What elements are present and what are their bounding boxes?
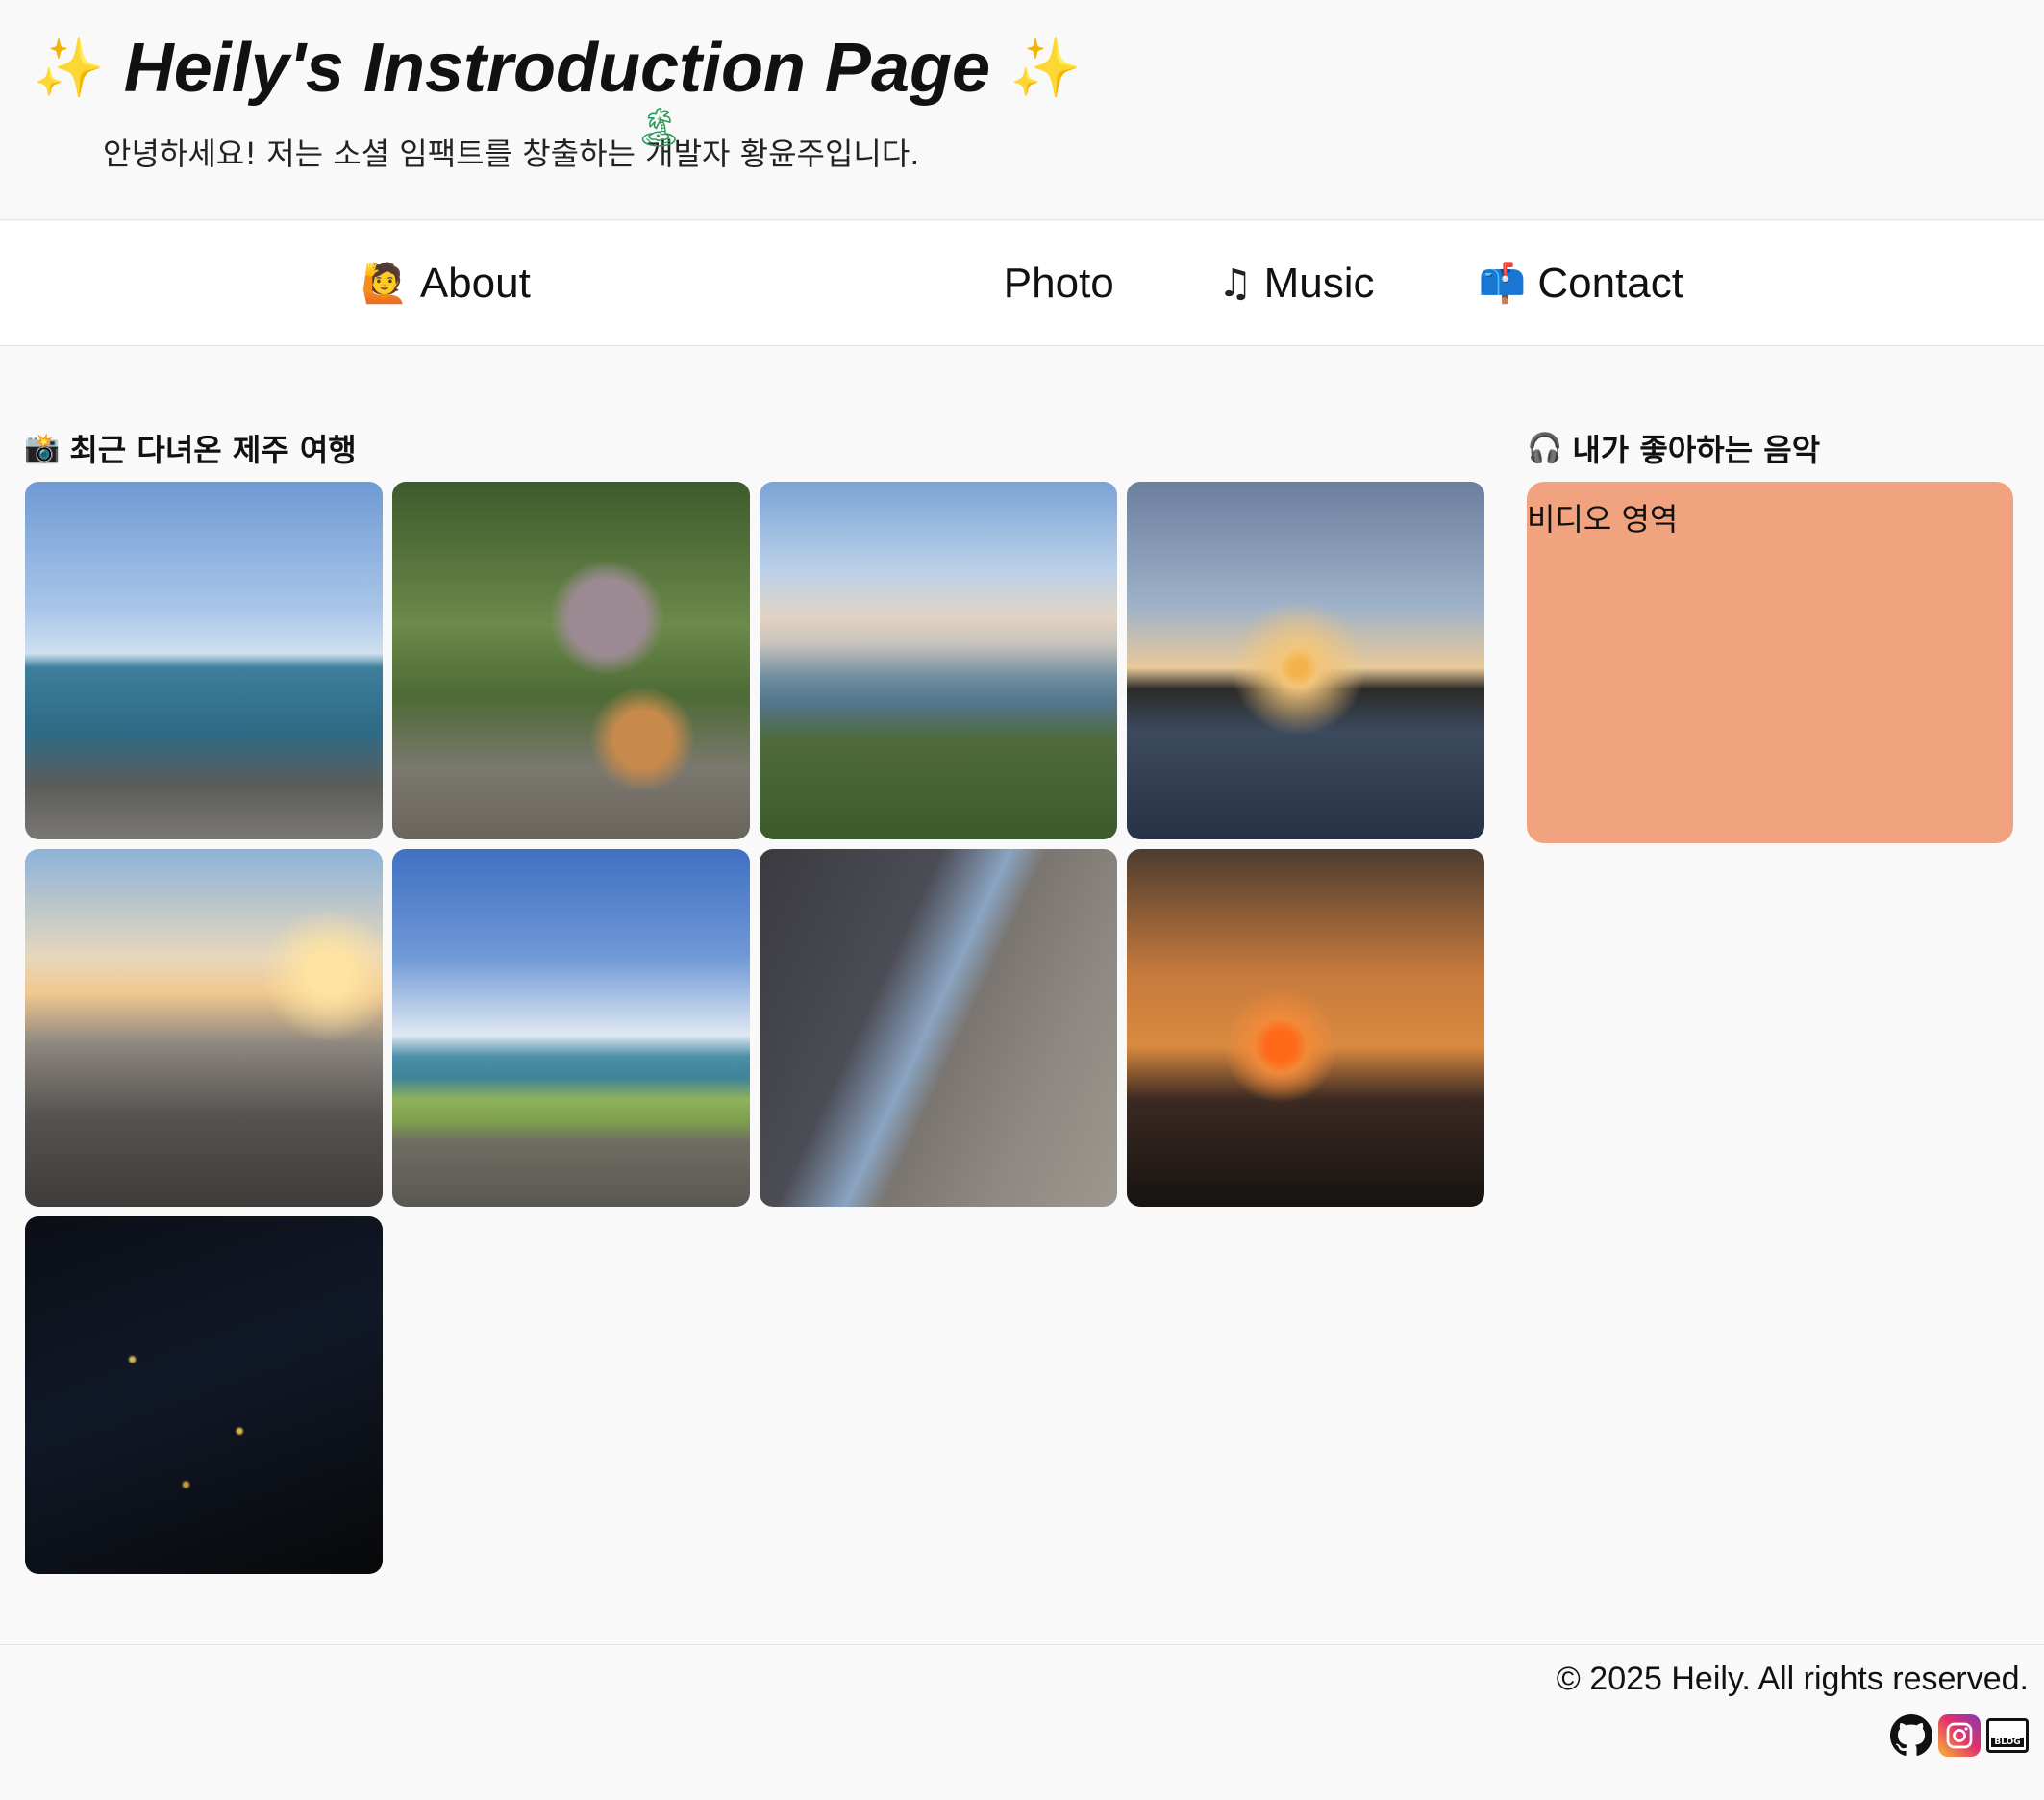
photo-thumbnail[interactable] <box>25 482 383 839</box>
photo-thumbnail[interactable] <box>392 849 750 1207</box>
github-icon <box>1890 1714 1932 1756</box>
photo-thumbnail[interactable] <box>392 482 750 839</box>
site-footer: © 2025 Heily. All rights reserved. BLOG <box>0 1644 2044 1800</box>
title-row: ✨ Heily's Instroduction Page ✨ <box>33 27 1082 110</box>
page-title: Heily's Instroduction Page <box>123 30 991 107</box>
photo-section-title: 최근 다녀온 제주 여행 <box>69 432 357 468</box>
photo-thumbnail[interactable] <box>760 482 1117 839</box>
music-section-heading: 🎧 내가 좋아하는 음악 <box>1527 426 1820 470</box>
photo-thumbnail[interactable] <box>1127 482 1484 839</box>
video-placeholder-text: 비디오 영역 <box>1527 501 1679 538</box>
instagram-link[interactable] <box>1938 1714 1981 1757</box>
headphones-icon: 🎧 <box>1527 431 1563 465</box>
nav-item-about[interactable]: 🙋 About <box>361 260 531 308</box>
photo-thumbnail[interactable] <box>1127 849 1484 1207</box>
main-nav: 🙋 About 🏝 Photo ♫ Music 📫 Contact <box>0 106 2044 346</box>
sparkle-icon: ✨ <box>1010 35 1082 103</box>
photo-thumbnail[interactable] <box>760 849 1117 1207</box>
blog-icon: BLOG <box>1991 1738 2024 1747</box>
blog-link[interactable]: BLOG <box>1986 1718 2029 1753</box>
mailbox-icon: 📫 <box>1478 262 1527 306</box>
nav-item-label: Contact <box>1537 259 1683 307</box>
music-note-icon: ♫ <box>1217 261 1253 306</box>
photo-thumbnail[interactable] <box>25 1216 383 1574</box>
nav-item-contact[interactable]: 📫 Contact <box>1479 260 1683 308</box>
social-links: BLOG <box>1890 1714 2029 1757</box>
instagram-icon <box>1946 1722 1973 1749</box>
photo-thumbnail[interactable] <box>25 849 383 1207</box>
music-section-title: 내가 좋아하는 음악 <box>1572 432 1821 468</box>
island-icon: 🏝 <box>634 105 684 150</box>
nav-item-label: Music <box>1263 259 1375 307</box>
copyright-text: © 2025 Heily. All rights reserved. <box>1556 1661 2029 1697</box>
photo-section-heading: 📸 최근 다녀온 제주 여행 <box>24 426 357 470</box>
video-area[interactable]: 비디오 영역 <box>1527 482 2013 843</box>
sparkle-icon: ✨ <box>33 35 105 103</box>
photo-grid <box>25 482 1484 1574</box>
nav-item-label: Photo <box>1003 259 1114 307</box>
nav-item-music[interactable]: ♫ Music <box>1218 260 1375 308</box>
camera-flash-icon: 📸 <box>24 431 61 465</box>
github-link[interactable] <box>1890 1714 1932 1757</box>
person-raising-hand-icon: 🙋 <box>361 262 409 306</box>
nav-item-photo[interactable]: 🏝 Photo <box>635 105 1114 462</box>
nav-item-label: About <box>419 259 531 307</box>
